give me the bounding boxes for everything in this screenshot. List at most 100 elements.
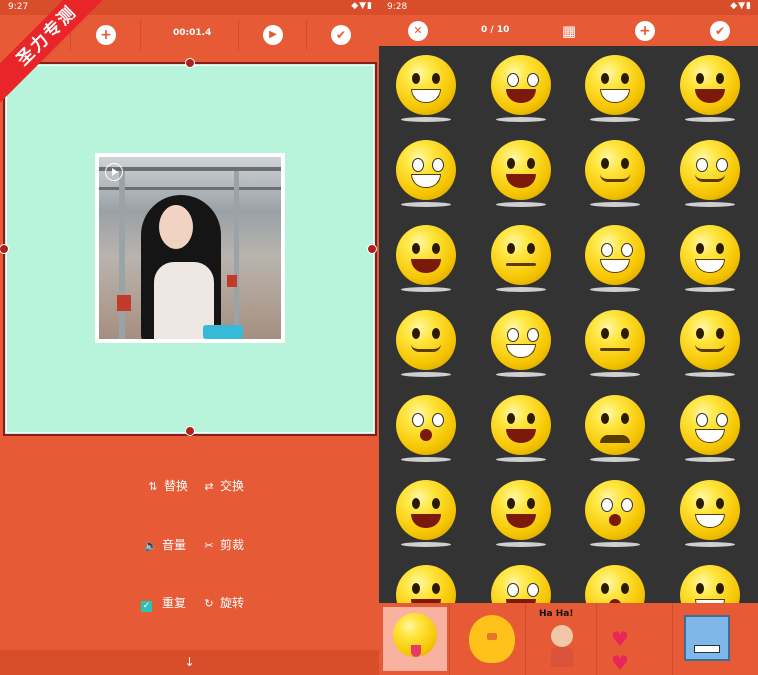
rotate-option[interactable]: ↻ 旋转 (202, 595, 244, 611)
collapse-bar[interactable]: ↓ (0, 650, 379, 675)
emoji-shadow (590, 372, 640, 377)
emoji-shadow (495, 287, 546, 292)
emoji-sticker[interactable] (474, 216, 568, 301)
emoji-shadow (684, 542, 735, 547)
emoji-eye (715, 583, 724, 594)
emoji-sticker[interactable] (379, 471, 473, 556)
emoji-mouth (505, 344, 536, 358)
photo-thumbnail[interactable] (95, 153, 285, 343)
emoji-shadow (590, 542, 640, 547)
resize-handle-left[interactable] (0, 244, 9, 254)
emoji-eye (526, 498, 535, 509)
confirm-button[interactable]: ✔ (710, 21, 730, 41)
emoji-shadow (401, 287, 451, 292)
emoji-sticker[interactable] (663, 386, 757, 471)
emoji-eye (432, 413, 444, 427)
photo-image (99, 157, 281, 339)
emoji-sticker[interactable] (568, 386, 662, 471)
emoji-sticker[interactable] (379, 131, 473, 216)
emoji-shadow (495, 542, 546, 547)
emoji-sticker[interactable] (663, 131, 757, 216)
emoji-mouth (411, 89, 441, 103)
emoji-eye (715, 158, 728, 172)
add-button[interactable]: + (96, 25, 116, 45)
emoji-sticker[interactable] (663, 301, 757, 386)
status-icons: ◆▼▮ (730, 1, 752, 11)
emoji-face-icon (679, 225, 740, 285)
emoji-sticker[interactable] (474, 46, 568, 131)
sticker-category-tray: Ha Ha! ♥ ♥ (379, 603, 758, 675)
emoji-eye (715, 498, 724, 509)
emoji-sticker[interactable] (663, 556, 757, 603)
emoji-sticker[interactable] (379, 301, 473, 386)
emoji-sticker[interactable] (663, 46, 757, 131)
emoji-sticker[interactable] (663, 216, 757, 301)
duration-label: 00:01.4 (173, 28, 212, 38)
resize-handle-right[interactable] (367, 244, 377, 254)
emoji-sticker[interactable] (379, 386, 473, 471)
emoji-eye (526, 413, 535, 424)
emoji-sticker[interactable] (474, 471, 568, 556)
editor-screen: 9:27 ◆▼▮ 圣力专测 + 00:01.4 ▶ ✔ ⇅ 替换 ⇄ 交换 🔈 … (0, 0, 379, 675)
emoji-sticker[interactable] (379, 216, 473, 301)
play-circle-icon[interactable] (105, 163, 123, 181)
photo-detail (234, 171, 239, 339)
emoji-sticker[interactable] (568, 301, 662, 386)
emoji-shadow (401, 542, 451, 547)
category-smiley[interactable] (383, 607, 447, 671)
emoji-eye (601, 328, 609, 339)
emoji-face-icon (396, 310, 456, 370)
category-monster[interactable] (680, 607, 744, 671)
crop-option[interactable]: ✂ 剪裁 (202, 537, 244, 553)
emoji-sticker[interactable] (568, 556, 662, 603)
emoji-eye (412, 73, 420, 84)
emoji-face-icon (679, 310, 740, 370)
emoji-eye (621, 498, 633, 512)
emoji-sticker[interactable] (568, 216, 662, 301)
resize-handle-bottom[interactable] (185, 426, 195, 436)
emoji-eye (526, 328, 539, 342)
category-haha[interactable]: Ha Ha! (531, 607, 595, 671)
repeat-checkbox[interactable]: ✓ (141, 601, 152, 612)
scissors-icon: ✂ (204, 539, 214, 552)
emoji-sticker[interactable] (379, 46, 473, 131)
emoji-sticker[interactable] (663, 471, 757, 556)
emoji-eye (506, 73, 519, 87)
emoji-shadow (684, 287, 735, 292)
emoji-face-icon (679, 565, 740, 603)
emoji-sticker[interactable] (474, 301, 568, 386)
emoji-eye (715, 413, 728, 427)
swap-label: 交换 (220, 479, 245, 493)
emoji-mouth (505, 514, 536, 528)
replace-option[interactable]: ⇅ 替换 (146, 478, 188, 494)
repeat-option[interactable]: ✓ 重复 (141, 595, 186, 612)
resize-handle-top[interactable] (185, 58, 195, 68)
emoji-sticker[interactable] (474, 386, 568, 471)
emoji-eye (621, 158, 629, 169)
status-time: 9:27 (8, 2, 29, 12)
category-chick[interactable] (461, 607, 525, 671)
close-button[interactable]: ✕ (408, 21, 428, 41)
emoji-sticker[interactable] (474, 556, 568, 603)
emoji-face-icon (585, 140, 645, 200)
photo-detail (119, 171, 125, 339)
play-button[interactable]: ▶ (263, 25, 283, 45)
swap-option[interactable]: ⇄ 交换 (202, 478, 244, 494)
add-button[interactable]: + (635, 21, 655, 41)
emoji-sticker[interactable] (568, 131, 662, 216)
category-hearts[interactable]: ♥ ♥ (605, 607, 669, 675)
emoji-sticker[interactable] (568, 471, 662, 556)
store-button[interactable]: ▦ (559, 21, 579, 41)
swap-vertical-icon: ⇅ (148, 480, 158, 493)
volume-option[interactable]: 🔈 音量 (144, 537, 186, 553)
emoji-sticker[interactable] (474, 131, 568, 216)
emoji-sticker[interactable] (379, 556, 473, 603)
emoji-eye (695, 498, 704, 509)
emoji-sticker[interactable] (568, 46, 662, 131)
tray-divider (525, 603, 526, 675)
emoji-face-icon (396, 565, 456, 603)
confirm-button[interactable]: ✔ (331, 25, 351, 45)
emoji-mouth (600, 259, 630, 273)
emoji-face-icon (396, 480, 456, 540)
emoji-mouth (505, 429, 536, 443)
